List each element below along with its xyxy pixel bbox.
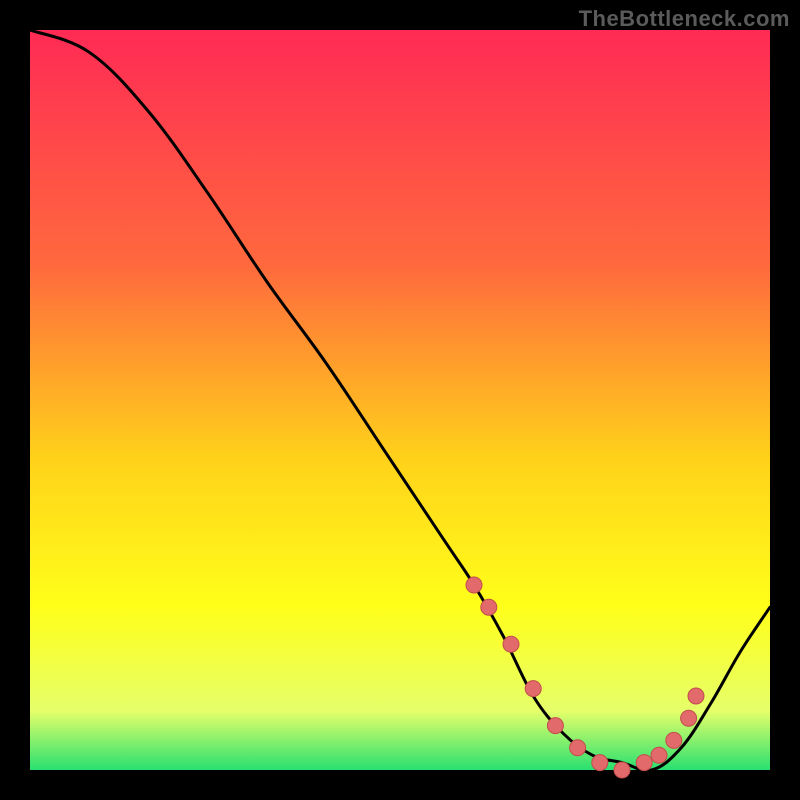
plot-area	[30, 30, 770, 770]
curve-dot	[503, 636, 519, 652]
gradient-plot	[0, 0, 800, 800]
curve-dot	[525, 681, 541, 697]
curve-dot	[481, 599, 497, 615]
curve-dot	[547, 718, 563, 734]
curve-dot	[666, 732, 682, 748]
curve-dot	[570, 740, 586, 756]
curve-dot	[688, 688, 704, 704]
curve-dot	[592, 755, 608, 771]
chart-stage: TheBottleneck.com	[0, 0, 800, 800]
watermark-text: TheBottleneck.com	[579, 6, 790, 32]
curve-dot	[466, 577, 482, 593]
curve-dot	[636, 755, 652, 771]
curve-dot	[651, 747, 667, 763]
curve-dot	[681, 710, 697, 726]
curve-dot	[614, 762, 630, 778]
